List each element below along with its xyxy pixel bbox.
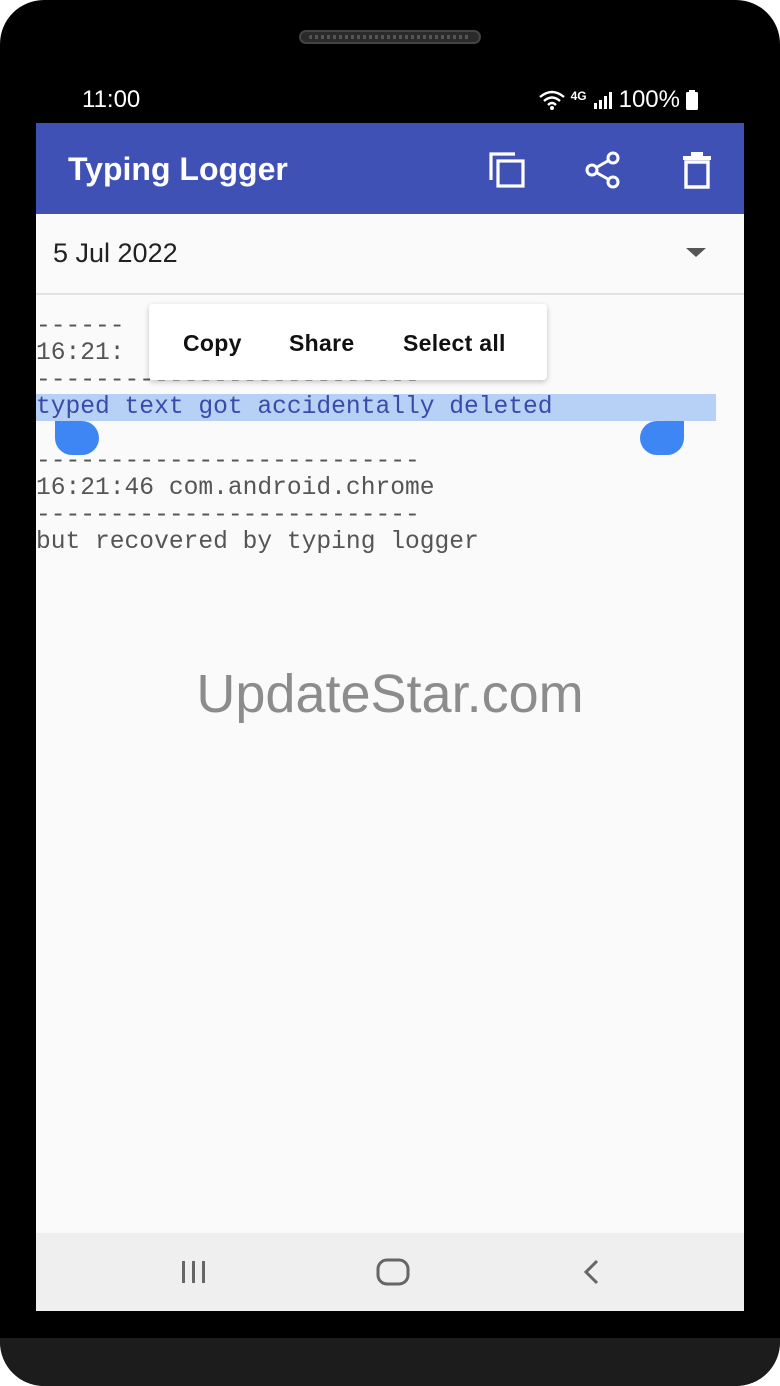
app-bar: Typing Logger	[36, 123, 744, 214]
wifi-icon	[538, 90, 565, 110]
app-screen: Typing Logger 5 Jul 2022 ------ 16:21: -…	[36, 123, 744, 1311]
back-icon[interactable]	[572, 1255, 612, 1289]
log-separator: --------------------------	[36, 502, 420, 529]
copy-icon[interactable]	[486, 149, 528, 191]
log-separator: --------------------------	[36, 448, 420, 475]
battery-level: 100%	[618, 86, 680, 113]
text-selection-menu: Copy Share Select all	[149, 304, 547, 380]
selected-log-text[interactable]: typed text got accidentally deleted	[36, 394, 716, 421]
network-type: 4G	[570, 89, 587, 103]
status-bar: 11:00 4G 100%	[36, 78, 744, 122]
delete-icon[interactable]	[676, 149, 718, 191]
dropdown-arrow-icon[interactable]	[686, 248, 706, 257]
log-entry-text: but recovered by typing logger	[36, 529, 479, 556]
signal-icon	[593, 91, 613, 109]
earpiece-speaker	[299, 30, 481, 44]
log-timestamp: 16:21:46 com.android.chrome	[36, 475, 435, 502]
copy-menu-item[interactable]: Copy	[183, 330, 242, 357]
battery-icon	[686, 90, 698, 110]
select-all-menu-item[interactable]: Select all	[403, 330, 506, 357]
selection-handle-end[interactable]	[640, 421, 684, 455]
home-icon[interactable]	[373, 1255, 413, 1289]
navigation-bar	[36, 1233, 744, 1311]
selection-handle-start[interactable]	[55, 421, 99, 455]
app-title: Typing Logger	[68, 151, 288, 187]
recents-icon[interactable]	[174, 1255, 214, 1289]
share-icon[interactable]	[582, 149, 624, 191]
date-selector[interactable]: 5 Jul 2022	[36, 214, 744, 295]
selected-date: 5 Jul 2022	[53, 238, 178, 268]
phone-frame: 11:00 4G 100% Typing Logger 5 Jul 2022 -…	[0, 0, 780, 1386]
status-icons: 4G 100%	[538, 86, 698, 114]
share-menu-item[interactable]: Share	[289, 330, 354, 357]
status-time: 11:00	[82, 86, 141, 113]
watermark: UpdateStar.com	[196, 664, 584, 724]
phone-chin	[0, 1338, 780, 1386]
